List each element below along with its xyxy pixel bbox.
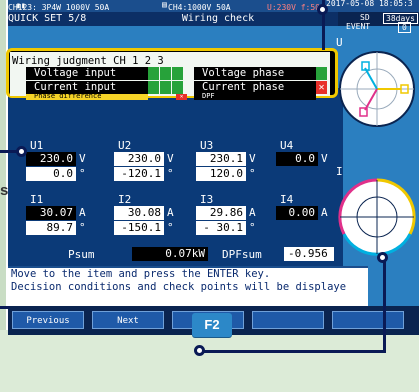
voltage-input-ok bbox=[148, 67, 159, 80]
i1-phase-unit: ° bbox=[79, 221, 86, 234]
phase-difference-ng-icon: ✕ bbox=[176, 94, 187, 100]
next-button[interactable]: Next bbox=[92, 311, 164, 329]
help-background bbox=[0, 330, 419, 392]
i3-value: 29.86 bbox=[196, 206, 246, 220]
u4-unit: V bbox=[321, 152, 328, 165]
event-count: 0 bbox=[398, 22, 411, 33]
popup-callout-dot bbox=[317, 4, 328, 15]
i3-unit: A bbox=[249, 206, 256, 219]
i4-value: 0.00 bbox=[276, 206, 318, 220]
dpfsum-value: -0.956 bbox=[284, 247, 334, 261]
u1-phase-unit: ° bbox=[79, 167, 86, 180]
u3-phase-unit: ° bbox=[249, 167, 256, 180]
dpf-label: DPF bbox=[202, 92, 215, 100]
circle-callout-dot bbox=[377, 252, 388, 263]
voltage-input-ok-3 bbox=[172, 67, 183, 80]
datetime: 2017-05-08 18:05:3 bbox=[326, 0, 413, 8]
save-icon: ▤ bbox=[162, 0, 167, 9]
u3-unit: V bbox=[249, 152, 256, 165]
voltage-header-u2: U2 bbox=[118, 139, 132, 152]
function-key-4[interactable] bbox=[252, 311, 324, 329]
current-header-i1: I1 bbox=[30, 193, 44, 206]
i2-unit: A bbox=[167, 206, 174, 219]
current-circle-label: I bbox=[336, 165, 343, 178]
voltage-circle-label: U bbox=[336, 36, 343, 49]
u3-phase: 120.0 bbox=[196, 167, 246, 181]
i2-phase: -150.1 bbox=[114, 221, 164, 235]
u1-value: 230.0 bbox=[26, 152, 76, 166]
wiring-judgment-title: Wiring judgment CH 1 2 3 bbox=[12, 55, 164, 67]
current-input-ok bbox=[148, 81, 159, 94]
u1-phase: 0.0 bbox=[26, 167, 76, 181]
current-header-i4: I4 bbox=[280, 193, 294, 206]
screen-title: Wiring check bbox=[138, 13, 298, 25]
voltage-phase-ok bbox=[316, 67, 327, 80]
u2-phase: -120.1 bbox=[114, 167, 164, 181]
phase-difference-label: Phase difference bbox=[34, 92, 102, 100]
u4-value: 0.0 bbox=[276, 152, 318, 166]
current-input-ok-2 bbox=[160, 81, 171, 94]
i3-phase: - 30.1 bbox=[196, 221, 246, 235]
dpfsum-label: DPFsum bbox=[222, 248, 262, 261]
i2-phase-unit: ° bbox=[167, 221, 174, 234]
message-line-1: Move to the item and press the ENTER key… bbox=[11, 268, 271, 280]
voltage-phasor-diagram bbox=[339, 51, 415, 127]
sd-label: SD bbox=[360, 13, 370, 22]
psum-value: 0.07kW bbox=[132, 247, 208, 261]
event-label: EVENT bbox=[346, 22, 371, 31]
current-header-i2: I2 bbox=[118, 193, 132, 206]
circle-callout-vertical bbox=[383, 258, 386, 353]
u2-phase-unit: ° bbox=[167, 167, 174, 180]
u2-unit: V bbox=[167, 152, 174, 165]
psum-label: Psum bbox=[68, 248, 95, 261]
u3-value: 230.1 bbox=[196, 152, 246, 166]
u2-value: 230.0 bbox=[114, 152, 164, 166]
current-phasor-diagram bbox=[338, 178, 416, 256]
voltage-header-u3: U3 bbox=[200, 139, 214, 152]
i1-phase: 89.7 bbox=[26, 221, 76, 235]
function-key-5[interactable] bbox=[332, 311, 404, 329]
grid-callout-dot bbox=[16, 146, 27, 157]
voltage-input-ok-2 bbox=[160, 67, 171, 80]
message-line-2: Decision conditions and check points wil… bbox=[11, 281, 347, 293]
voltage-phase-label: Voltage phase bbox=[202, 67, 285, 79]
circle-callout-horizontal bbox=[200, 350, 386, 353]
u1-unit: V bbox=[79, 152, 86, 165]
voltage-header-u1: U1 bbox=[30, 139, 44, 152]
left-bottom-callout-line bbox=[0, 306, 10, 309]
i1-value: 30.07 bbox=[26, 206, 76, 220]
f2-callout-dot bbox=[194, 345, 205, 356]
f2-key[interactable]: F2 bbox=[192, 313, 232, 337]
i1-unit: A bbox=[79, 206, 86, 219]
current-phase-ng-icon: ✕ bbox=[316, 81, 327, 94]
voltage-header-u4: U4 bbox=[280, 139, 294, 152]
page-name: QUICK SET 5/8 bbox=[8, 13, 87, 24]
i2-value: 30.08 bbox=[114, 206, 164, 220]
current-header-i3: I3 bbox=[200, 193, 214, 206]
i4-unit: A bbox=[321, 206, 328, 219]
previous-button[interactable]: Previous bbox=[12, 311, 84, 329]
i3-phase-unit: ° bbox=[249, 221, 256, 234]
voltage-input-label: Voltage input bbox=[34, 67, 117, 79]
